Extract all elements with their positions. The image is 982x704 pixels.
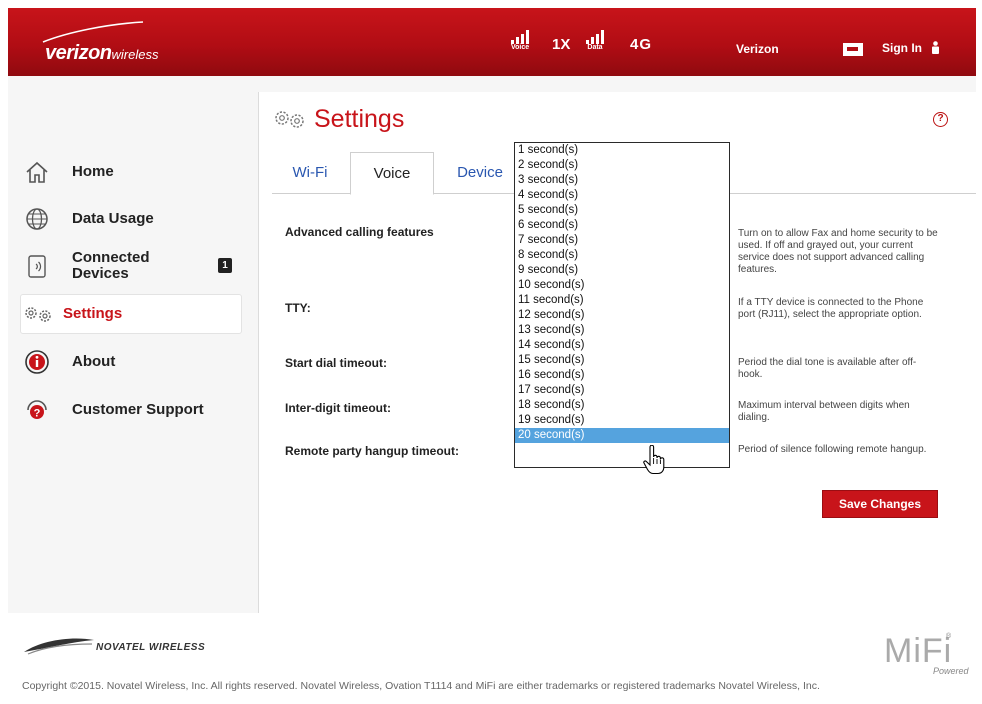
help-icon[interactable]: ?	[933, 112, 948, 127]
network-4g: 4G	[630, 36, 653, 53]
battery-icon	[843, 43, 863, 56]
devices-icon	[20, 249, 54, 283]
sidebar-item-home[interactable]: Home	[20, 152, 242, 192]
dropdown-option[interactable]: 19 second(s)	[515, 413, 729, 428]
copyright-text: Copyright ©2015. Novatel Wireless, Inc. …	[22, 680, 820, 692]
remote-hangup-timeout-help: Period of silence following remote hangu…	[738, 444, 927, 455]
dropdown-option[interactable]: 14 second(s)	[515, 338, 729, 353]
dropdown-option[interactable]: 8 second(s)	[515, 248, 729, 263]
mifi-registered-mark: ®	[946, 633, 952, 640]
tty-label: TTY:	[285, 301, 311, 315]
sign-in-label: Sign In	[882, 41, 922, 55]
dropdown-option[interactable]: 3 second(s)	[515, 173, 729, 188]
sidebar-item-connected-devices[interactable]: Connected Devices 1	[20, 246, 242, 286]
dropdown-option[interactable]: 2 second(s)	[515, 158, 729, 173]
novatel-swoosh-logo	[22, 634, 96, 661]
sidebar-item-label: Home	[72, 163, 114, 180]
support-icon: ?	[20, 393, 54, 427]
hand-pointer-icon	[642, 444, 666, 478]
signal-bars-icon	[586, 30, 604, 44]
sidebar-item-about[interactable]: About	[20, 342, 242, 382]
start-dial-timeout-help: Period the dial tone is available after …	[738, 357, 917, 380]
carrier-name: Verizon	[736, 42, 779, 56]
data-label: Data	[587, 44, 603, 51]
dropdown-option[interactable]: 1 second(s)	[515, 143, 729, 158]
advanced-calling-label: Advanced calling features	[285, 225, 434, 239]
advanced-calling-help: Turn on to allow Fax and home security t…	[738, 228, 938, 275]
tab-voice[interactable]: Voice	[350, 152, 434, 195]
tty-help: If a TTY device is connected to the Phon…	[738, 297, 924, 320]
sidebar-item-label: Settings	[63, 305, 123, 322]
sidebar-item-label: Connected Devices	[72, 249, 150, 282]
sidebar-item-label: Data Usage	[72, 210, 154, 227]
voice-label: Voice	[511, 44, 530, 51]
svg-text:?: ?	[34, 408, 41, 420]
remote-hangup-timeout-label: Remote party hangup timeout:	[285, 444, 460, 458]
sidebar-item-customer-support[interactable]: ? Customer Support	[20, 390, 242, 430]
signal-bars-icon	[511, 30, 530, 44]
sidebar-item-data-usage[interactable]: Data Usage	[20, 199, 242, 239]
person-icon	[931, 41, 940, 57]
dropdown-option[interactable]: 4 second(s)	[515, 188, 729, 203]
brand-main: verizon	[45, 42, 112, 64]
gears-icon	[272, 108, 308, 137]
device-count-badge: 1	[218, 258, 232, 273]
mifi-powered-text: Powered	[933, 666, 969, 676]
sidebar-item-label: About	[72, 353, 116, 370]
start-dial-timeout-label: Start dial timeout:	[285, 356, 388, 370]
dropdown-option[interactable]: 10 second(s)	[515, 278, 729, 293]
dropdown-option[interactable]: 12 second(s)	[515, 308, 729, 323]
gears-icon	[21, 297, 55, 331]
sign-in-link[interactable]: Sign In	[882, 41, 940, 57]
dropdown-option-selected[interactable]: 20 second(s)	[515, 428, 729, 443]
globe-icon	[20, 202, 54, 236]
network-1x: 1X	[552, 36, 571, 53]
inter-digit-timeout-help: Maximum interval between digits when dia…	[738, 400, 910, 423]
dropdown-option[interactable]: 9 second(s)	[515, 263, 729, 278]
home-icon	[20, 155, 54, 189]
dropdown-option[interactable]: 13 second(s)	[515, 323, 729, 338]
dropdown-option[interactable]: 16 second(s)	[515, 368, 729, 383]
page-title-text: Settings	[314, 105, 405, 133]
dropdown-option[interactable]: 17 second(s)	[515, 383, 729, 398]
dropdown-option[interactable]: 6 second(s)	[515, 218, 729, 233]
verizon-wordmark: verizonwireless	[45, 42, 159, 65]
sidebar-item-label: Customer Support	[72, 401, 204, 418]
info-icon	[20, 345, 54, 379]
page-title: Settings	[272, 105, 404, 137]
save-changes-button[interactable]: Save Changes	[822, 490, 938, 518]
tab-device[interactable]: Device	[438, 152, 522, 194]
brand-sub: wireless	[111, 47, 159, 62]
verizon-check-logo	[42, 21, 144, 43]
dropdown-option[interactable]: 7 second(s)	[515, 233, 729, 248]
voice-signal: Voice	[511, 30, 529, 52]
dropdown-option[interactable]: 11 second(s)	[515, 293, 729, 308]
top-bar: verizonwireless Voice 1X Data 4G Verizon…	[8, 8, 976, 76]
inter-digit-timeout-label: Inter-digit timeout:	[285, 401, 391, 415]
sidebar-item-settings[interactable]: Settings	[20, 294, 242, 334]
novatel-wordmark: NOVATEL WIRELESS	[96, 642, 206, 653]
dropdown-option[interactable]: 15 second(s)	[515, 353, 729, 368]
timeout-dropdown-list[interactable]: 1 second(s) 2 second(s) 3 second(s) 4 se…	[514, 142, 730, 468]
dropdown-option[interactable]: 5 second(s)	[515, 203, 729, 218]
tab-wifi[interactable]: Wi-Fi	[272, 152, 348, 194]
data-signal: Data	[586, 30, 604, 52]
dropdown-option[interactable]: 18 second(s)	[515, 398, 729, 413]
